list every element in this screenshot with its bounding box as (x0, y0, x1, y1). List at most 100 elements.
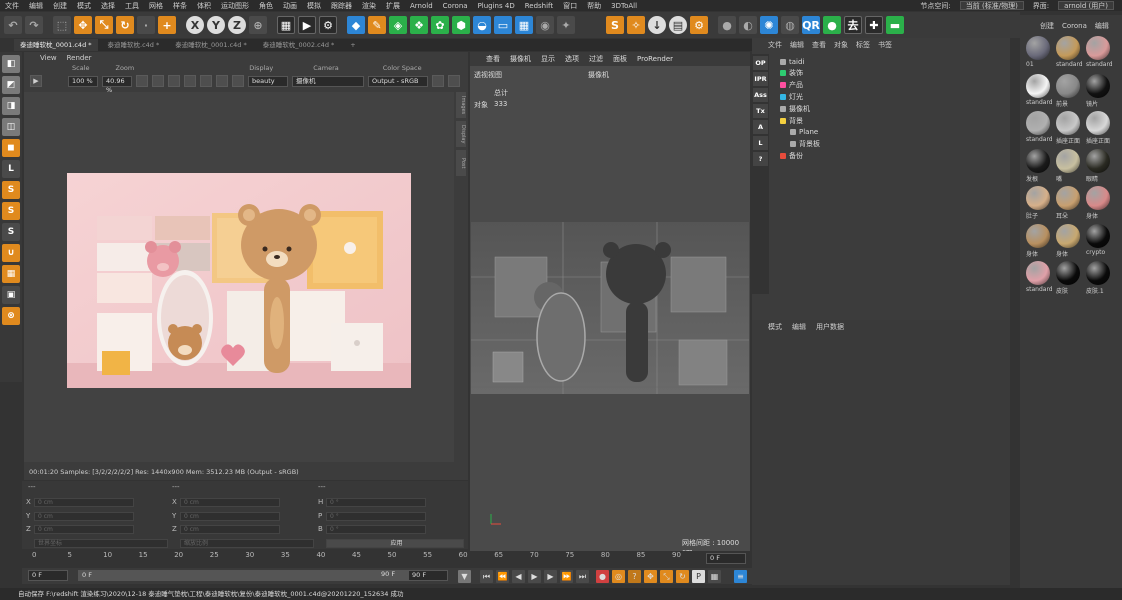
rv-menu-view[interactable]: View (40, 54, 57, 62)
snap-s3-icon[interactable]: S (2, 223, 20, 241)
object-row[interactable]: 装饰 (780, 68, 803, 79)
menu-item[interactable]: Corona (438, 2, 473, 10)
camera-select[interactable]: 摄像机 (292, 75, 364, 87)
doc-tab[interactable]: 泰迪睡软枕_0001.c4d * (169, 39, 253, 51)
cube-icon[interactable]: ◆ (347, 16, 365, 34)
object-side-icon[interactable]: IPR (753, 72, 768, 86)
obj-menu-edit[interactable]: 编辑 (790, 40, 804, 50)
axis-icon[interactable]: ⊗ (2, 307, 20, 325)
menu-item[interactable]: 创建 (48, 1, 72, 11)
material-swatch[interactable] (1086, 148, 1110, 173)
plugin-c-icon[interactable]: ✺ (760, 16, 778, 34)
next-frame-icon[interactable]: ▶ (544, 570, 557, 583)
goto-start-icon[interactable]: ⏮ (480, 570, 493, 583)
attr-menu-edit[interactable]: 编辑 (792, 322, 806, 332)
material-swatch[interactable] (1026, 73, 1050, 98)
material-swatch[interactable] (1026, 186, 1050, 210)
material-swatch[interactable] (1026, 261, 1050, 285)
doc-tab[interactable]: 泰迪睡软枕.c4d * (102, 39, 166, 51)
object-side-icon[interactable]: A (753, 120, 768, 134)
record-icon[interactable]: ● (596, 570, 609, 583)
node-space-dropdown[interactable]: 当前 (标准/物理) (959, 1, 1024, 10)
rv-tool-7-icon[interactable] (232, 75, 244, 87)
material-swatch[interactable] (1056, 36, 1080, 60)
menu-item[interactable]: 扩展 (381, 1, 405, 11)
pos-x-field[interactable]: 0 cm (34, 498, 134, 507)
rv-menu-render[interactable]: Render (67, 54, 92, 62)
edge-mode-icon[interactable]: ◫ (2, 118, 20, 136)
play-forward-icon[interactable]: ▶ (528, 570, 541, 583)
timeline-menu-icon[interactable]: ▼ (458, 570, 471, 583)
object-side-icon[interactable]: OP (753, 56, 768, 70)
obj-menu-tags[interactable]: 标签 (856, 40, 870, 50)
select-icon[interactable]: ⬚ (53, 16, 71, 34)
material-swatch[interactable] (1086, 73, 1110, 98)
rv-tool-1-icon[interactable] (136, 75, 148, 87)
timeline-ruler[interactable]: 0 5 10 15 20 25 30 35 40 45 50 55 60 65 70 75 80 85 90 (22, 551, 750, 566)
material-swatch[interactable] (1056, 186, 1080, 210)
redshift-ipr-icon[interactable]: ↓ (648, 16, 666, 34)
scale-field[interactable]: 100 % (68, 75, 98, 87)
material-swatch[interactable] (1026, 223, 1050, 248)
object-row[interactable]: 背景板 (790, 139, 820, 150)
object-row[interactable]: 产品 (780, 80, 803, 91)
menu-item[interactable]: 工具 (120, 1, 144, 11)
pos-y-field[interactable]: 0 cm (34, 512, 134, 521)
plugin-f-icon[interactable]: 去 (844, 16, 862, 34)
rv-tool-2-icon[interactable] (152, 75, 164, 87)
key-grid-icon[interactable]: ▦ (708, 570, 721, 583)
pen-icon[interactable]: ✎ (368, 16, 386, 34)
material-swatch[interactable] (1086, 186, 1110, 210)
material-swatch[interactable] (1056, 111, 1080, 135)
plugin-a-icon[interactable]: ● (718, 16, 736, 34)
rotate-icon[interactable]: ↻ (116, 16, 134, 34)
rv-tool-5-icon[interactable] (200, 75, 212, 87)
material-swatch[interactable] (1086, 261, 1110, 285)
attr-menu-userdata[interactable]: 用户数据 (816, 322, 844, 332)
object-side-icon[interactable]: ? (753, 152, 768, 166)
timeline-frame-field[interactable]: 0 F (706, 553, 746, 564)
mat-menu-corona[interactable]: Corona (1062, 22, 1087, 30)
rot-p-field[interactable]: 0 ° (326, 512, 426, 521)
material-swatch[interactable] (1026, 148, 1050, 173)
light-icon[interactable]: ✦ (557, 16, 575, 34)
rv-tool-6-icon[interactable] (216, 75, 228, 87)
array-icon[interactable]: ❖ (410, 16, 428, 34)
menu-item[interactable]: 选择 (96, 1, 120, 11)
render-settings-icon[interactable]: ⚙ (319, 16, 337, 34)
object-side-icon[interactable]: Ass (753, 88, 768, 102)
vp-menu-panel[interactable]: 面板 (613, 54, 627, 64)
menu-item[interactable]: 动画 (278, 1, 302, 11)
keyframe-icon[interactable]: ? (628, 570, 641, 583)
grid-snap-icon[interactable]: ▦ (2, 265, 20, 283)
auto-key-icon[interactable]: ◎ (612, 570, 625, 583)
render-view-icon[interactable]: ▦ (277, 16, 295, 34)
display-tab[interactable]: Display (456, 121, 466, 147)
material-swatch[interactable] (1056, 223, 1080, 248)
z-axis-icon[interactable]: Z (228, 16, 246, 34)
menu-item[interactable]: 窗口 (558, 1, 582, 11)
prev-key-icon[interactable]: ⏪ (496, 570, 509, 583)
menu-item[interactable]: Plugins 4D (473, 2, 520, 10)
scale-mode-select[interactable]: 缩放比例 (180, 539, 314, 548)
obj-menu-object[interactable]: 对象 (834, 40, 848, 50)
recent-tool-icon[interactable]: · (137, 16, 155, 34)
redshift-settings-icon[interactable]: ⚙ (690, 16, 708, 34)
images-tab[interactable]: Images (456, 92, 466, 118)
mat-menu-edit[interactable]: 编辑 (1095, 21, 1109, 31)
material-swatch[interactable] (1086, 36, 1110, 60)
vp-menu-options[interactable]: 选项 (565, 54, 579, 64)
menu-item[interactable]: Arnold (405, 2, 438, 10)
add-icon[interactable]: + (158, 16, 176, 34)
key-move-icon[interactable]: ✥ (644, 570, 657, 583)
snap-s2-icon[interactable]: S (2, 202, 20, 220)
plugin-h-icon[interactable]: ▬ (886, 16, 904, 34)
vp-menu-prorender[interactable]: ProRender (637, 55, 673, 63)
obj-menu-bookmarks[interactable]: 书签 (878, 40, 892, 50)
material-swatch[interactable] (1056, 148, 1080, 173)
menu-item[interactable]: 帮助 (582, 1, 606, 11)
vp-menu-view[interactable]: 查看 (486, 54, 500, 64)
vp-menu-display[interactable]: 显示 (541, 54, 555, 64)
menu-item[interactable]: 跟踪器 (326, 1, 357, 11)
goto-end-icon[interactable]: ⏭ (576, 570, 589, 583)
